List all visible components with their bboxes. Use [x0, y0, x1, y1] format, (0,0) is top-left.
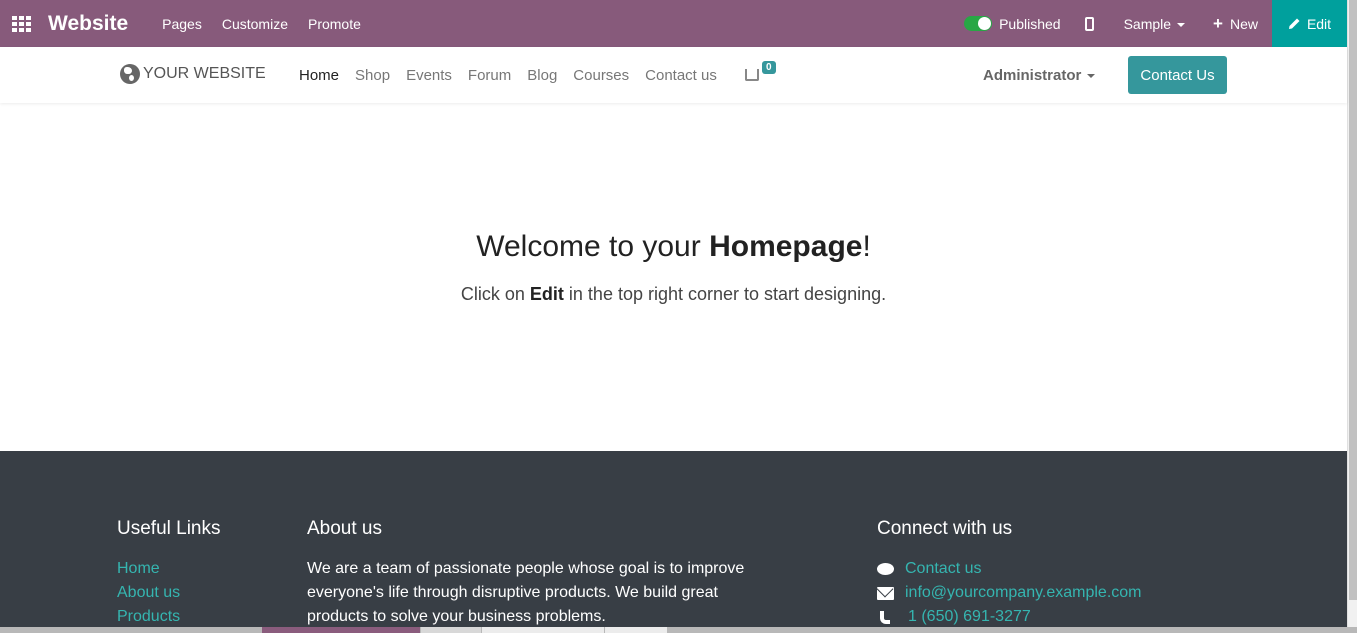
- app-brand[interactable]: Website: [48, 12, 128, 36]
- nav-contact-us[interactable]: Contact us: [645, 67, 717, 84]
- sample-dropdown[interactable]: Sample: [1123, 15, 1186, 32]
- scrollbar-thumb[interactable]: [1349, 0, 1357, 600]
- logo-text: YOUR WEBSITE: [143, 65, 266, 82]
- menu-pages[interactable]: Pages: [162, 16, 202, 32]
- cart-link[interactable]: 0: [745, 61, 776, 83]
- contact-row-phone: 1 (650) 691-3277: [877, 605, 1142, 629]
- taskbar-item[interactable]: [421, 627, 481, 633]
- new-label: New: [1229, 15, 1258, 32]
- footer-contact-link[interactable]: Contact us: [905, 557, 981, 581]
- top-menu: Pages Customize Promote: [162, 16, 361, 32]
- contact-list: Contact us info@yourcompany.example.com …: [877, 557, 1142, 629]
- caret-down-icon: [1177, 22, 1186, 27]
- user-name: Administrator: [983, 67, 1082, 84]
- edit-label: Edit: [1306, 15, 1332, 32]
- cart-icon: [745, 69, 759, 81]
- site-logo[interactable]: YOUR WEBSITE: [120, 64, 266, 84]
- plus-icon: +: [1213, 13, 1223, 33]
- hero-sub-suffix: in the top right corner to start designi…: [563, 284, 887, 304]
- about-text: We are a team of passionate people whose…: [307, 560, 745, 625]
- taskbar-item-active[interactable]: [262, 627, 420, 633]
- globe-icon: [120, 64, 140, 84]
- hero-section: Welcome to your Homepage! Click on Edit …: [0, 230, 1347, 305]
- about-column: About us We are a team of passionate peo…: [307, 518, 757, 629]
- useful-links-title: Useful Links: [117, 518, 221, 539]
- top-right-actions: Published Sample + New Edit: [964, 0, 1347, 47]
- contact-us-button[interactable]: Contact Us: [1128, 56, 1227, 94]
- os-taskbar-strip: [0, 627, 1357, 633]
- menu-customize[interactable]: Customize: [222, 16, 288, 32]
- site-nav: Home Shop Events Forum Blog Courses Cont…: [299, 67, 717, 84]
- user-dropdown[interactable]: Administrator: [983, 67, 1096, 84]
- footer-phone-link[interactable]: 1 (650) 691-3277: [908, 605, 1031, 629]
- hero-sub-bold: Edit: [529, 284, 564, 304]
- nav-home[interactable]: Home: [299, 67, 339, 84]
- chat-bubble-icon: [877, 563, 894, 575]
- nav-courses[interactable]: Courses: [573, 67, 629, 84]
- menu-promote[interactable]: Promote: [308, 16, 361, 32]
- hero-subtitle: Click on Edit in the top right corner to…: [0, 284, 1347, 305]
- caret-down-icon: [1087, 74, 1096, 79]
- toggle-switch-icon: [964, 16, 993, 31]
- footer-link-home[interactable]: Home: [117, 557, 221, 581]
- nav-events[interactable]: Events: [406, 67, 452, 84]
- apps-grid-icon[interactable]: [12, 15, 32, 32]
- page-scrollbar[interactable]: [1347, 0, 1357, 627]
- contact-row-email: info@yourcompany.example.com: [877, 581, 1142, 605]
- phone-icon: [880, 610, 890, 624]
- useful-links-list: Home About us Products: [117, 557, 221, 629]
- published-label: Published: [999, 15, 1061, 32]
- connect-column: Connect with us Contact us info@yourcomp…: [877, 518, 1142, 629]
- mobile-preview-icon[interactable]: [1084, 16, 1094, 31]
- about-title: About us: [307, 518, 382, 539]
- useful-links-column: Useful Links Home About us Products: [117, 518, 221, 629]
- cart-count-badge: 0: [762, 61, 776, 74]
- admin-top-bar: Website Pages Customize Promote Publishe…: [0, 0, 1347, 47]
- pencil-icon: [1288, 18, 1300, 29]
- hero-title: Welcome to your Homepage!: [0, 230, 1347, 264]
- footer-link-about-us[interactable]: About us: [117, 581, 221, 605]
- footer-email-link[interactable]: info@yourcompany.example.com: [905, 581, 1142, 605]
- taskbar-item[interactable]: [605, 627, 667, 633]
- nav-forum[interactable]: Forum: [468, 67, 511, 84]
- envelope-icon: [877, 586, 894, 600]
- site-footer: Useful Links Home About us Products Abou…: [0, 451, 1347, 633]
- hero-sub-prefix: Click on: [460, 284, 530, 304]
- sample-label: Sample: [1123, 15, 1172, 32]
- contact-row-chat: Contact us: [877, 557, 1142, 581]
- new-button[interactable]: + New: [1213, 14, 1258, 34]
- hero-title-suffix: !: [862, 230, 871, 263]
- edit-button[interactable]: Edit: [1272, 0, 1347, 47]
- taskbar-item[interactable]: [482, 627, 604, 633]
- nav-blog[interactable]: Blog: [527, 67, 557, 84]
- hero-title-prefix: Welcome to your: [476, 230, 710, 263]
- connect-title: Connect with us: [877, 518, 1013, 539]
- site-header: YOUR WEBSITE Home Shop Events Forum Blog…: [0, 47, 1347, 103]
- hero-title-bold: Homepage: [709, 230, 863, 263]
- footer-link-products[interactable]: Products: [117, 605, 221, 629]
- published-toggle[interactable]: Published: [964, 16, 1061, 32]
- nav-shop[interactable]: Shop: [355, 67, 390, 84]
